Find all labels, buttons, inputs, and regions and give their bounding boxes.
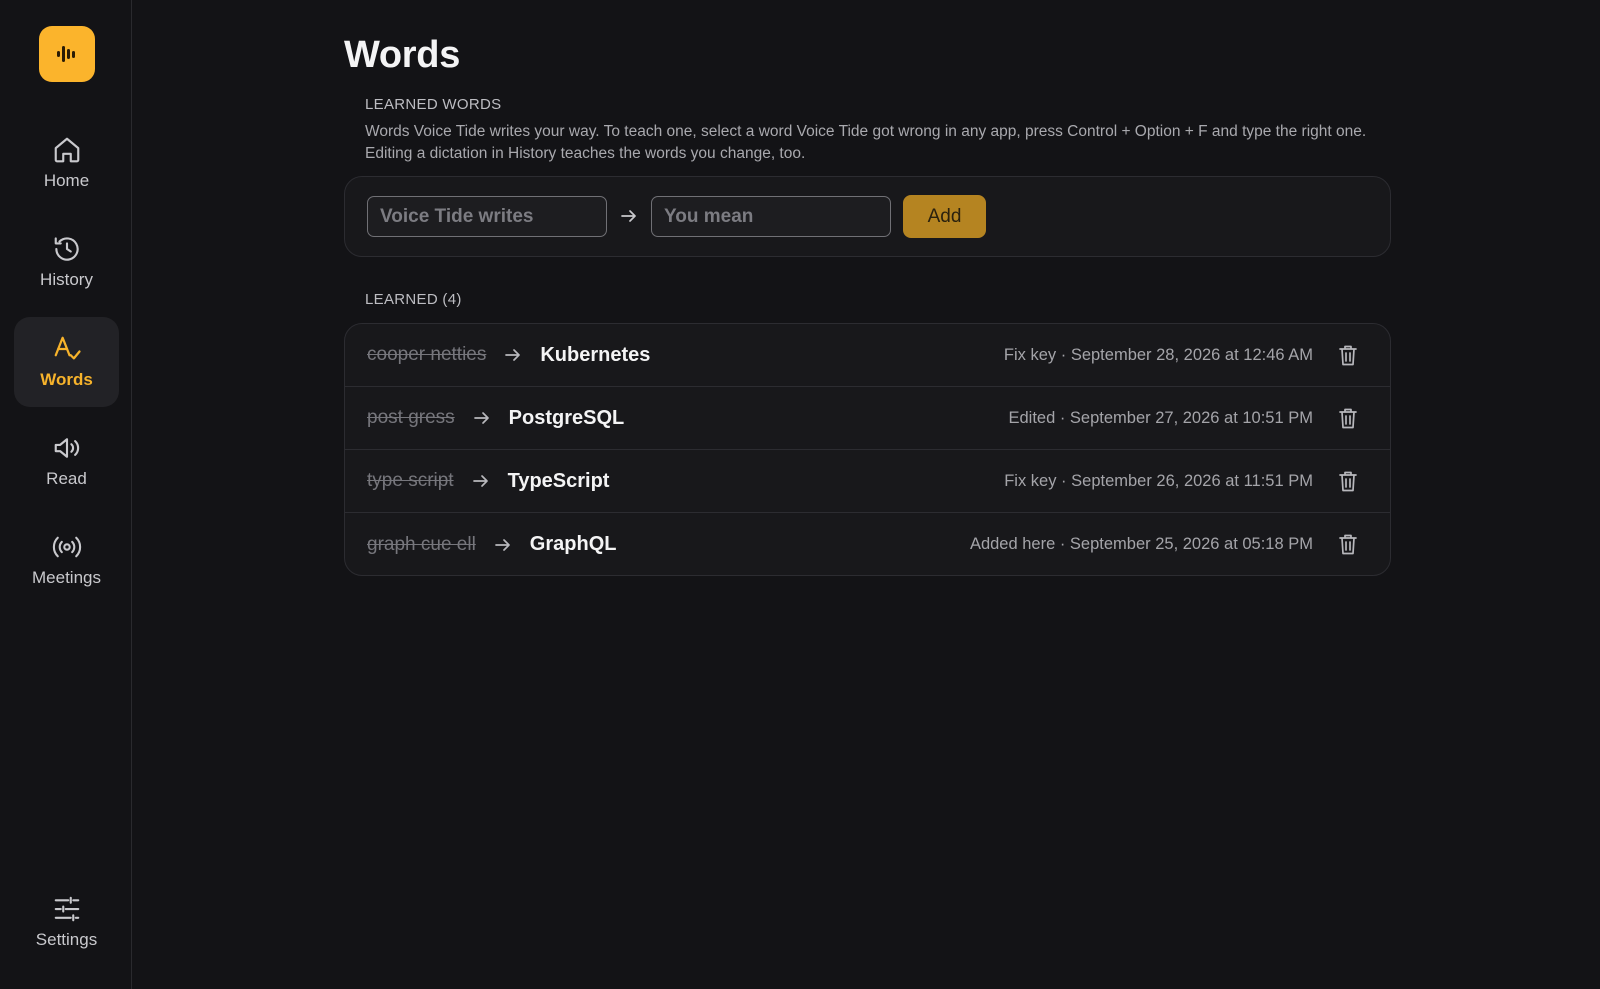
correct-word: Kubernetes <box>540 343 651 366</box>
sidebar-item-label: Meetings <box>32 568 101 587</box>
sidebar-item-label: Read <box>46 469 87 488</box>
sliders-icon <box>54 896 79 922</box>
delete-button[interactable] <box>1337 343 1359 367</box>
list-item: post gress PostgreSQL Edited · September… <box>345 387 1390 450</box>
wrong-word: graph cue ell <box>367 533 476 555</box>
sidebar-item-label: Settings <box>35 930 98 949</box>
sidebar-item-read[interactable]: Read <box>14 416 119 506</box>
add-word-form: Add <box>344 176 1391 257</box>
correct-word-input[interactable] <box>651 196 891 237</box>
sidebar-item-words[interactable]: Words <box>14 317 119 407</box>
list-item: type script TypeScript Fix key · Septemb… <box>345 450 1390 513</box>
wrong-word-input[interactable] <box>367 196 607 237</box>
word-meta: Edited · September 27, 2026 at 10:51 PM <box>1008 408 1313 427</box>
delete-button[interactable] <box>1337 533 1359 557</box>
arrow-right-icon <box>504 346 522 364</box>
word-meta: Fix key · September 26, 2026 at 11:51 PM <box>1004 471 1313 490</box>
word-meta: Added here · September 25, 2026 at 05:18… <box>969 535 1313 553</box>
trash-icon <box>1339 471 1357 491</box>
correct-word: GraphQL <box>529 533 617 555</box>
spellcheck-icon <box>54 336 81 360</box>
wrong-word: post gress <box>367 407 455 428</box>
sidebar-item-history[interactable]: History <box>14 217 119 307</box>
waveform-icon <box>57 46 75 62</box>
arrow-right-icon <box>473 409 491 427</box>
sidebar-item-meetings[interactable]: Meetings <box>14 515 119 605</box>
add-button[interactable]: Add <box>903 195 986 238</box>
sidebar-item-label: Home <box>43 171 90 190</box>
learned-heading: LEARNED (4) <box>365 291 462 308</box>
list-item: cooper netties Kubernetes Fix key · Sept… <box>345 324 1390 387</box>
list-item: graph cue ell GraphQL Added here · Septe… <box>345 513 1390 575</box>
sidebar-item-settings[interactable]: Settings <box>14 877 119 967</box>
delete-button[interactable] <box>1337 406 1359 430</box>
trash-icon <box>1339 534 1357 555</box>
correct-word: PostgreSQL <box>508 406 625 429</box>
sidebar-item-home[interactable]: Home <box>14 118 119 208</box>
sidebar-item-label: History <box>40 270 93 289</box>
arrow-right-icon <box>620 207 638 230</box>
trash-icon <box>1339 345 1357 365</box>
wrong-word: type script <box>367 470 454 491</box>
app-logo[interactable] <box>39 26 95 82</box>
learned-words-heading: LEARNED WORDS <box>365 96 502 113</box>
sidebar-item-label: Words <box>40 370 93 389</box>
correct-word: TypeScript <box>507 469 610 492</box>
history-icon <box>54 237 79 261</box>
sidebar: Home History Words Read Meetings Setting… <box>0 0 132 989</box>
delete-button[interactable] <box>1337 469 1359 493</box>
home-icon <box>54 137 79 163</box>
arrow-right-icon <box>494 536 512 554</box>
wrong-word: cooper netties <box>367 344 487 365</box>
broadcast-icon <box>52 536 81 558</box>
learned-list: cooper netties Kubernetes Fix key · Sept… <box>344 323 1391 576</box>
learned-words-description: Words Voice Tide writes your way. To tea… <box>365 123 1367 162</box>
trash-icon <box>1339 408 1357 428</box>
word-meta: Fix key · September 28, 2026 at 12:46 AM <box>1003 345 1313 364</box>
arrow-right-icon <box>472 472 490 490</box>
speaker-icon <box>54 438 79 458</box>
page-title: Words <box>344 34 461 76</box>
